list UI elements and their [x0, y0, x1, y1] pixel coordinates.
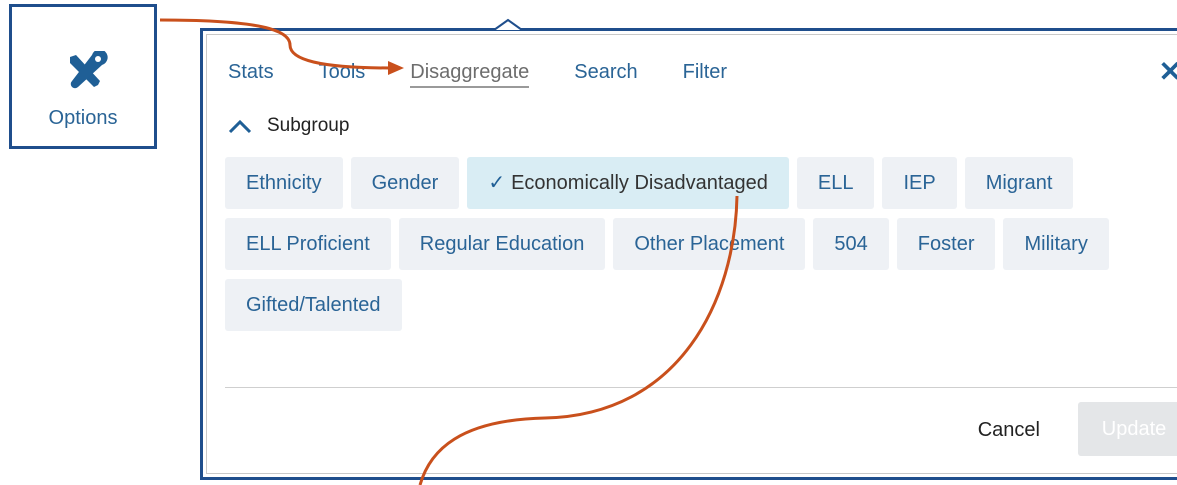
chip-migrant[interactable]: Migrant — [964, 157, 1074, 209]
check-icon: ✓ — [488, 172, 506, 194]
tab-tools[interactable]: Tools — [319, 61, 366, 88]
cancel-button[interactable]: Cancel — [978, 419, 1040, 442]
panel-frame: Stats Tools Disaggregate Search Filter ✕… — [206, 34, 1177, 474]
options-button[interactable]: Options — [9, 4, 157, 149]
chip-row: Gifted/Talented — [225, 279, 1175, 331]
tab-search[interactable]: Search — [574, 61, 637, 88]
chip-other-placement[interactable]: Other Placement — [613, 218, 806, 270]
chip-foster[interactable]: Foster — [896, 218, 996, 270]
chip-row: ELL Proficient Regular Education Other P… — [225, 218, 1175, 270]
subgroup-toggle[interactable]: Subgroup — [227, 115, 349, 137]
options-panel: Stats Tools Disaggregate Search Filter ✕… — [200, 28, 1177, 480]
chip-ethnicity[interactable]: Ethnicity — [225, 157, 343, 209]
options-label: Options — [48, 107, 118, 129]
subgroup-label: Subgroup — [267, 115, 350, 136]
tab-stats[interactable]: Stats — [228, 61, 274, 88]
chip-ell-proficient[interactable]: ELL Proficient — [225, 218, 391, 270]
tools-icon — [70, 51, 108, 89]
chip-ell[interactable]: ELL — [796, 157, 875, 209]
chevron-up-icon — [228, 119, 252, 134]
chip-gifted-talented[interactable]: Gifted/Talented — [225, 279, 402, 331]
chip-gender[interactable]: Gender — [350, 157, 460, 209]
chip-label: Economically Disadvantaged — [511, 172, 768, 194]
footer-divider — [225, 387, 1177, 388]
tab-filter[interactable]: Filter — [683, 61, 727, 88]
update-button[interactable]: Update — [1078, 402, 1177, 456]
close-icon[interactable]: ✕ — [1159, 55, 1177, 88]
chip-row: Ethnicity Gender ✓ Economically Disadvant… — [225, 157, 1175, 209]
chip-regular-education[interactable]: Regular Education — [398, 218, 606, 270]
tab-disaggregate[interactable]: Disaggregate — [410, 61, 530, 88]
chip-economically-disadvantaged[interactable]: ✓ Economically Disadvantaged — [467, 157, 789, 209]
tab-bar: Stats Tools Disaggregate Search Filter — [228, 61, 772, 88]
chip-military[interactable]: Military — [1003, 218, 1109, 270]
chip-iep[interactable]: IEP — [882, 157, 957, 209]
chip-504[interactable]: 504 — [813, 218, 889, 270]
subgroup-chips: Ethnicity Gender ✓ Economically Disadvant… — [225, 157, 1175, 340]
